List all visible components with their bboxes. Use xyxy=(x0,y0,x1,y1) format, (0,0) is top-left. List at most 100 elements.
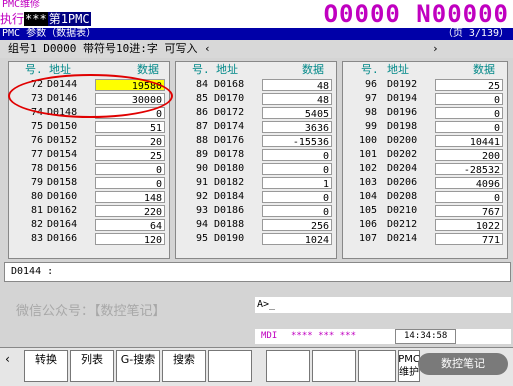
status-flags: **** *** *** xyxy=(291,331,357,341)
param-value[interactable]: 4096 xyxy=(435,177,503,190)
param-value[interactable]: 48 xyxy=(262,79,332,92)
table-row[interactable]: 101 D0202 200 xyxy=(343,148,507,162)
param-address: D0174 xyxy=(214,121,245,132)
table-row[interactable]: 100 D0200 10441 xyxy=(343,134,507,148)
param-value[interactable]: 771 xyxy=(435,233,503,246)
table-row[interactable]: 107 D0214 771 xyxy=(343,232,507,246)
table-row[interactable]: 102 D0204 -28532 xyxy=(343,162,507,176)
command-line[interactable]: D0144 : xyxy=(4,262,511,282)
param-value[interactable]: -15536 xyxy=(262,135,332,148)
param-number: 84 xyxy=(195,79,208,90)
param-value[interactable]: 256 xyxy=(262,219,332,232)
param-value[interactable]: 1024 xyxy=(262,233,332,246)
param-value[interactable]: 120 xyxy=(95,233,165,246)
table-row[interactable]: 76 D0152 20 xyxy=(9,134,169,148)
param-value[interactable]: 0 xyxy=(95,177,165,190)
table-row[interactable]: 91 D0182 1 xyxy=(176,176,336,190)
param-value[interactable]: 200 xyxy=(435,149,503,162)
input-buffer[interactable]: A>_ xyxy=(255,297,511,313)
param-value[interactable]: 3636 xyxy=(262,121,332,134)
table-row[interactable]: 88 D0176 -15536 xyxy=(176,134,336,148)
column-header-data: 数据 xyxy=(473,63,495,76)
softkey-8[interactable] xyxy=(358,350,396,382)
command-text: D0144 : xyxy=(11,266,54,277)
param-value[interactable]: 0 xyxy=(435,93,503,106)
param-value[interactable]: 20 xyxy=(95,135,165,148)
param-value[interactable]: 1022 xyxy=(435,219,503,232)
softkey-6[interactable] xyxy=(266,350,310,382)
param-value[interactable]: 0 xyxy=(262,149,332,162)
param-value[interactable]: 0 xyxy=(262,191,332,204)
softkey-list[interactable]: 列表 xyxy=(70,350,114,382)
table-row[interactable]: 90 D0180 0 xyxy=(176,162,336,176)
column-header-no: 号. xyxy=(25,63,43,76)
table-row[interactable]: 79 D0158 0 xyxy=(9,176,169,190)
table-row[interactable]: 104 D0208 0 xyxy=(343,190,507,204)
table-row[interactable]: 78 D0156 0 xyxy=(9,162,169,176)
table-row[interactable]: 98 D0196 0 xyxy=(343,106,507,120)
softkey-pmc-maint[interactable]: PMC维护 xyxy=(398,350,420,382)
param-number: 85 xyxy=(195,93,208,104)
param-value[interactable]: 220 xyxy=(95,205,165,218)
top-bar: PMC维修 执行 *** 第1PMC O0000 N00000 xyxy=(0,0,513,28)
param-number: 101 xyxy=(358,149,377,160)
table-row[interactable]: 75 D0150 51 xyxy=(9,120,169,134)
table-row[interactable]: 93 D0186 0 xyxy=(176,204,336,218)
param-address: D0176 xyxy=(214,135,245,146)
table-row[interactable]: 82 D0164 64 xyxy=(9,218,169,232)
param-address: D0212 xyxy=(387,219,418,230)
param-value[interactable]: 48 xyxy=(262,93,332,106)
param-value[interactable]: -28532 xyxy=(435,163,503,176)
table-row[interactable]: 77 D0154 25 xyxy=(9,148,169,162)
param-value[interactable]: 51 xyxy=(95,121,165,134)
softkey-g-search[interactable]: G-搜索 xyxy=(116,350,160,382)
next-arrow[interactable]: › xyxy=(432,40,439,58)
table-row[interactable]: 89 D0178 0 xyxy=(176,148,336,162)
param-value[interactable]: 0 xyxy=(435,191,503,204)
table-row[interactable]: 103 D0206 4096 xyxy=(343,176,507,190)
param-value[interactable]: 0 xyxy=(95,163,165,176)
param-value[interactable]: 0 xyxy=(262,205,332,218)
param-value[interactable]: 0 xyxy=(435,107,503,120)
table-row[interactable]: 99 D0198 0 xyxy=(343,120,507,134)
param-value[interactable]: 5405 xyxy=(262,107,332,120)
data-table-col3: 号. 地址 数据 96 D0192 25 97 D0194 0 98 D0196 0 99 D0198 0 1… xyxy=(342,61,508,259)
table-row[interactable]: 92 D0184 0 xyxy=(176,190,336,204)
softkey-7[interactable] xyxy=(312,350,356,382)
table-row[interactable]: 95 D0190 1024 xyxy=(176,232,336,246)
param-number: 103 xyxy=(358,177,377,188)
param-value[interactable]: 10441 xyxy=(435,135,503,148)
table-row[interactable]: 81 D0162 220 xyxy=(9,204,169,218)
param-address: D0152 xyxy=(47,135,78,146)
table-row[interactable]: 94 D0188 256 xyxy=(176,218,336,232)
param-value[interactable]: 64 xyxy=(95,219,165,232)
table-row[interactable]: 80 D0160 148 xyxy=(9,190,169,204)
param-number: 88 xyxy=(195,135,208,146)
param-number: 105 xyxy=(358,205,377,216)
param-value[interactable]: 0 xyxy=(435,121,503,134)
title-bar: PMC 参数（数据表） （页 3/139） xyxy=(0,28,513,40)
param-number: 86 xyxy=(195,107,208,118)
param-value[interactable]: 25 xyxy=(435,79,503,92)
table-row[interactable]: 105 D0210 767 xyxy=(343,204,507,218)
softkey-search[interactable]: 搜索 xyxy=(162,350,206,382)
param-value[interactable]: 1 xyxy=(262,177,332,190)
table-row[interactable]: 84 D0168 48 xyxy=(176,78,336,92)
softkey-back-arrow[interactable]: ‹ xyxy=(4,350,20,382)
table-row[interactable]: 97 D0194 0 xyxy=(343,92,507,106)
param-value[interactable]: 0 xyxy=(262,163,332,176)
table-row[interactable]: 106 D0212 1022 xyxy=(343,218,507,232)
param-value[interactable]: 148 xyxy=(95,191,165,204)
table-row[interactable]: 83 D0166 120 xyxy=(9,232,169,246)
param-value[interactable]: 767 xyxy=(435,205,503,218)
param-number: 81 xyxy=(30,205,43,216)
param-address: D0172 xyxy=(214,107,245,118)
param-number: 78 xyxy=(30,163,43,174)
softkey-5[interactable] xyxy=(208,350,252,382)
table-row[interactable]: 87 D0174 3636 xyxy=(176,120,336,134)
param-value[interactable]: 25 xyxy=(95,149,165,162)
softkey-convert[interactable]: 转换 xyxy=(24,350,68,382)
table-row[interactable]: 96 D0192 25 xyxy=(343,78,507,92)
table-row[interactable]: 86 D0172 5405 xyxy=(176,106,336,120)
table-row[interactable]: 85 D0170 48 xyxy=(176,92,336,106)
